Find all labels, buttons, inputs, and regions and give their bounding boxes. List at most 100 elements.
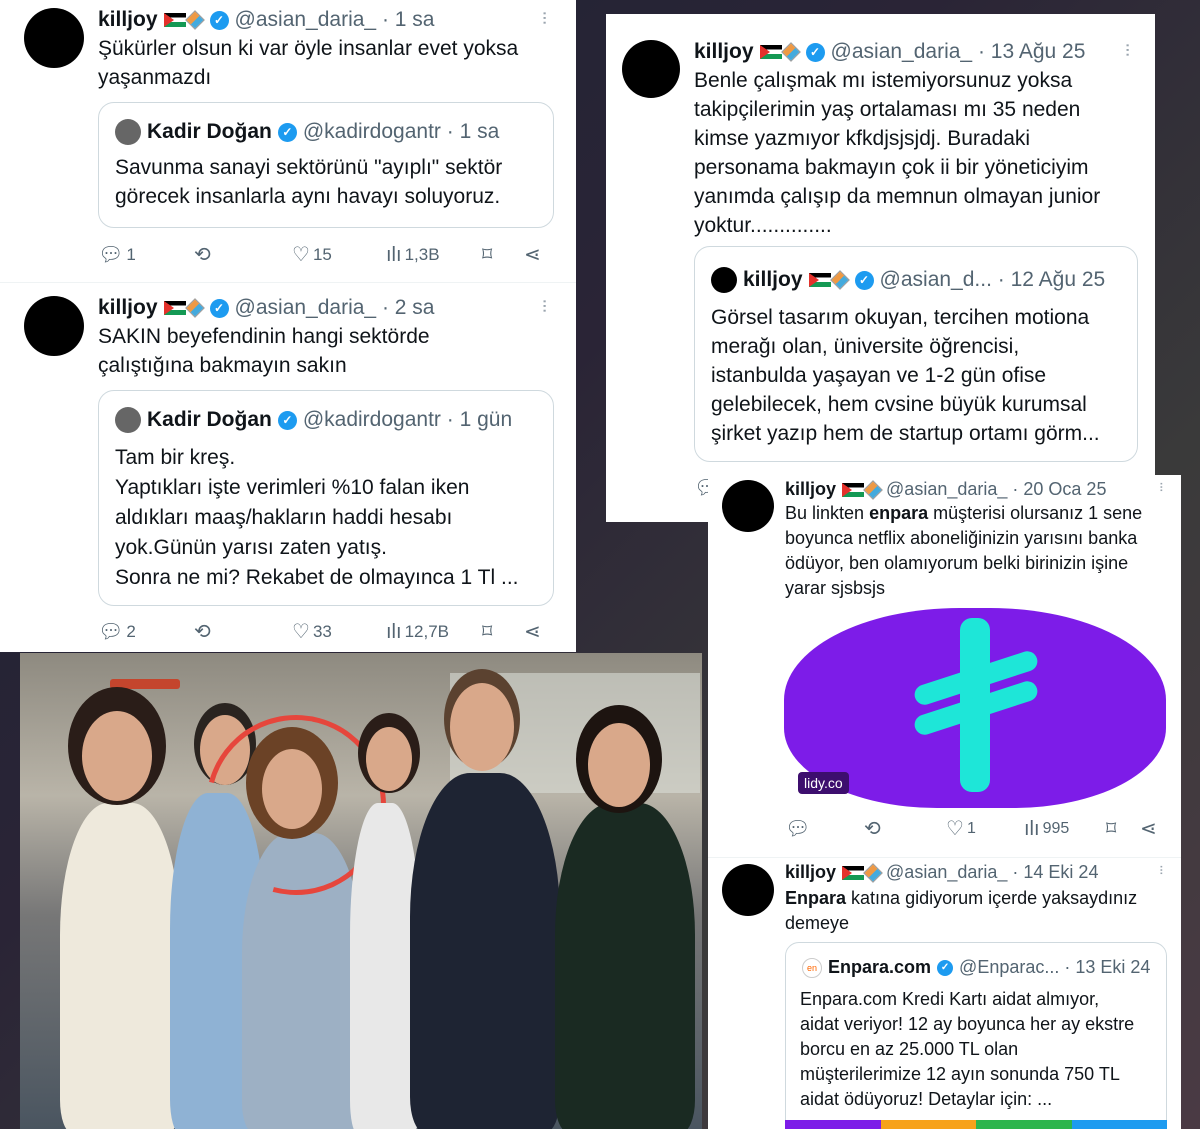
tweet-text: Enpara katına gidiyorum içerde yaksaydın…: [785, 886, 1137, 936]
author-name[interactable]: killjoy: [98, 296, 158, 320]
author-handle: @kadirdogantr: [302, 408, 441, 431]
views-button[interactable]: ılı 995: [1024, 819, 1069, 839]
palestine-flag-icon: [842, 865, 865, 880]
link-card-image[interactable]: lidy.co: [784, 608, 1166, 808]
kite-icon: [863, 862, 883, 883]
tweet-2[interactable]: killjoy ✓ @asian_daria_ · 2 sa ··· SAKIN…: [0, 283, 576, 652]
enpara-logo-icon: en: [802, 957, 822, 978]
like-button[interactable]: ♡ 15: [292, 245, 332, 265]
avatar[interactable]: [722, 480, 774, 532]
person-1: [60, 803, 180, 1129]
avatar: [711, 267, 737, 293]
author-name[interactable]: killjoy: [694, 40, 754, 64]
tweet-time[interactable]: · 20 Oca 25: [1012, 479, 1106, 500]
author-name: killjoy: [743, 268, 803, 291]
views-button[interactable]: ılı 12,7B: [386, 622, 449, 642]
tweet-time[interactable]: · 13 Ağu 25: [978, 40, 1085, 64]
author-handle[interactable]: @asian_daria_: [235, 8, 377, 32]
reply-button[interactable]: 💬︎ 1: [98, 245, 136, 265]
tweet-1[interactable]: killjoy ✓ @asian_daria_ · 1 sa ··· Şükür…: [0, 0, 576, 282]
share-button[interactable]: ⋖: [524, 245, 544, 265]
more-options-icon[interactable]: ···: [533, 10, 556, 24]
bookmark-button[interactable]: ⌑: [1106, 819, 1119, 839]
like-button[interactable]: ♡ 1: [946, 819, 976, 839]
share-button[interactable]: ⋖: [524, 622, 544, 642]
more-options-icon[interactable]: ···: [1152, 481, 1170, 491]
author-name: Kadir Doğan: [147, 120, 272, 143]
text-segment: Bu linkten: [785, 503, 870, 523]
tweet-3[interactable]: killjoy ✓ @asian_daria_ · 13 Ağu 25 ··· …: [606, 14, 1155, 522]
tweet-5[interactable]: killjoy @asian_daria_ · 14 Eki 24 ··· En…: [708, 858, 1181, 1129]
reply-icon: 💬︎: [98, 244, 124, 266]
avatar[interactable]: [24, 296, 84, 356]
retweet-button[interactable]: ⟲: [194, 245, 214, 265]
quoted-tweet[interactable]: Kadir Doğan ✓ @kadirdogantr · 1 sa Savun…: [98, 102, 554, 228]
views-icon: ılı: [386, 244, 402, 266]
heart-icon: ♡: [292, 621, 310, 643]
quote-text: Savunma sanayi sektörünü "ayıplı" sektör…: [115, 156, 503, 208]
quoted-tweet[interactable]: killjoy ✓ @asian_d... · 12 Ağu 25 Görsel…: [694, 246, 1138, 462]
author-handle[interactable]: @asian_daria_: [886, 862, 1007, 883]
palestine-flag-icon: [163, 13, 186, 27]
views-button[interactable]: ılı 1,3B: [386, 245, 440, 265]
strip-segment: [785, 1120, 881, 1129]
heart-icon: ♡: [946, 818, 964, 840]
author-name[interactable]: killjoy: [785, 479, 836, 500]
bookmark-icon: ⌑: [482, 244, 493, 266]
avatar[interactable]: [722, 864, 774, 916]
verified-badge-icon: ✓: [277, 410, 297, 430]
tweet-time: · 1 gün: [446, 408, 513, 431]
retweet-icon: ⟲: [194, 621, 211, 643]
right-top-card: killjoy ✓ @asian_daria_ · 13 Ağu 25 ··· …: [606, 14, 1155, 522]
like-count: 15: [312, 245, 332, 264]
strip-segment: [1071, 1120, 1167, 1129]
more-options-icon[interactable]: ···: [1152, 864, 1170, 874]
person-4-head: [366, 727, 412, 791]
more-options-icon[interactable]: ···: [1116, 42, 1139, 56]
tweet-time: · 12 Ağu 25: [997, 268, 1106, 291]
bookmark-icon: ⌑: [482, 621, 493, 643]
author-name[interactable]: killjoy: [785, 862, 836, 883]
like-count: 1: [966, 820, 976, 837]
quote-text: Görsel tasarım okuyan, tercihen motiona …: [711, 306, 1100, 445]
tweet-time[interactable]: · 2 sa: [382, 296, 435, 320]
quote-header: Kadir Doğan ✓ @kadirdogantr · 1 gün: [115, 407, 512, 433]
author-name[interactable]: killjoy: [98, 8, 158, 32]
avatar[interactable]: [24, 8, 84, 68]
tweet-time[interactable]: · 14 Eki 24: [1012, 862, 1098, 883]
avatar[interactable]: [622, 40, 680, 98]
tweet-header: killjoy ✓ @asian_daria_ · 2 sa: [98, 296, 434, 320]
avatar: [115, 119, 141, 145]
views-icon: ılı: [1024, 818, 1040, 840]
retweet-button[interactable]: ⟲: [194, 622, 214, 642]
kite-icon: [780, 42, 801, 62]
reply-count: 2: [126, 622, 136, 641]
kite-icon: [184, 298, 205, 318]
tweet-header: killjoy ✓ @asian_daria_ · 1 sa: [98, 8, 434, 32]
heart-icon: ♡: [292, 244, 310, 266]
more-options-icon[interactable]: ···: [533, 298, 556, 312]
author-name: Kadir Doğan: [147, 408, 272, 431]
quoted-tweet[interactable]: Kadir Doğan ✓ @kadirdogantr · 1 gün Tam …: [98, 390, 554, 606]
reply-count: 1: [126, 245, 136, 264]
bookmark-button[interactable]: ⌑: [482, 245, 495, 265]
bookmark-button[interactable]: ⌑: [482, 622, 495, 642]
reply-button[interactable]: 💬︎: [785, 819, 813, 839]
like-button[interactable]: ♡ 33: [292, 622, 332, 642]
share-button[interactable]: ⋖: [1140, 819, 1160, 839]
author-handle[interactable]: @asian_daria_: [886, 479, 1007, 500]
kite-icon: [184, 10, 205, 30]
strip-segment: [976, 1120, 1072, 1129]
author-handle[interactable]: @asian_daria_: [831, 40, 973, 64]
retweet-button[interactable]: ⟲: [864, 819, 884, 839]
tweet-text: Şükürler olsun ki var öyle insanlar evet…: [98, 37, 519, 89]
author-handle[interactable]: @asian_daria_: [235, 296, 377, 320]
author-handle: @kadirdogantr: [302, 120, 441, 143]
tweet-text: Bu linkten enpara müşterisi olursanız 1 …: [785, 501, 1142, 601]
verified-badge-icon: ✓: [209, 298, 229, 318]
quoted-tweet[interactable]: en Enpara.com ✓ @Enparac... · 13 Eki 24 …: [785, 942, 1167, 1129]
bookmark-icon: ⌑: [1106, 818, 1117, 840]
reply-button[interactable]: 💬︎ 2: [98, 622, 136, 642]
quote-header: killjoy ✓ @asian_d... · 12 Ağu 25: [711, 267, 1105, 293]
tweet-time[interactable]: · 1 sa: [382, 8, 435, 32]
